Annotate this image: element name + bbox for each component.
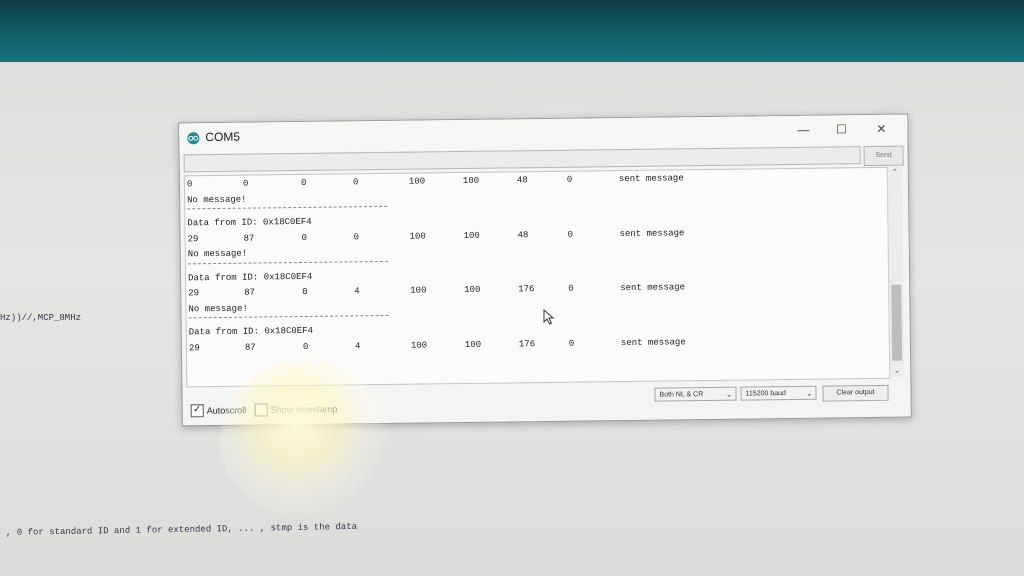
background-code-line: Hz))//,MCP_8MHz (0, 313, 82, 323)
scroll-up-arrow-icon[interactable]: ⌃ (888, 167, 902, 179)
bottom-toolbar: ✓ Autoscroll Show timestamp Both NL & CR … (182, 381, 910, 424)
output-message-cell: sent message (620, 336, 686, 348)
close-button[interactable]: ✕ (869, 119, 893, 139)
output-message-cell: sent message (620, 282, 686, 294)
output-value-cell: 0 (300, 177, 307, 188)
output-value-cell: 0 (566, 174, 573, 185)
output-value-cell: 0 (302, 341, 309, 352)
output-value-cell: 87 (243, 233, 255, 244)
output-separator (187, 260, 388, 264)
send-button[interactable]: Send (863, 145, 904, 167)
output-value-cell: 29 (188, 342, 200, 353)
autoscroll-checkmark-icon[interactable]: ✓ (190, 404, 204, 418)
minimize-button[interactable]: — (791, 120, 815, 140)
output-value-cell: 0 (186, 179, 193, 190)
output-value-cell: 0 (242, 178, 249, 189)
output-value-cell: 100 (462, 175, 480, 186)
chevron-down-icon: ⌄ (725, 389, 733, 399)
output-value-cell: 29 (188, 288, 200, 299)
output-value-cell: 0 (568, 283, 574, 294)
output-value-cell: 0 (353, 231, 360, 242)
output-value-cell: 100 (464, 284, 481, 295)
maximize-button[interactable]: ☐ (829, 119, 853, 139)
output-value-cell: 0 (301, 232, 308, 243)
window-title: COM5 (205, 129, 241, 145)
output-line-text: Data from ID: 0x18C0EF4 (188, 271, 313, 283)
output-separator (188, 314, 389, 319)
output-value-cell: 0 (567, 229, 574, 240)
show-timestamp-checkbox[interactable]: Show timestamp (254, 403, 338, 418)
output-separator (187, 205, 388, 210)
autoscroll-label: Autoscroll (206, 405, 247, 416)
output-line-text: Data from ID: 0x18C0EF4 (188, 325, 314, 338)
output-value-cell: 0 (302, 286, 308, 297)
output-value-cell: 176 (518, 338, 536, 349)
output-value-cell: 29 (187, 233, 199, 244)
output-value-cell: 48 (516, 175, 528, 186)
output-value-cell: 176 (518, 284, 535, 295)
output-line-text: Data from ID: 0x18C0EF4 (187, 216, 312, 229)
output-line-text: No message! (187, 194, 247, 205)
output-value-cell: 0 (568, 338, 575, 349)
output-value-cell: 0 (352, 177, 359, 188)
output-value-cell: 100 (463, 230, 480, 241)
show-timestamp-label: Show timestamp (270, 404, 338, 415)
output-value-cell: 87 (244, 287, 256, 298)
mouse-cursor-icon (543, 309, 555, 325)
output-value-cell: 48 (517, 229, 529, 240)
output-value-cell: 100 (464, 339, 482, 350)
output-message-cell: sent message (619, 227, 685, 239)
background-app-header (0, 0, 1024, 62)
output-value-cell: 100 (409, 230, 426, 242)
line-ending-value: Both NL & CR (659, 391, 704, 399)
output-value-cell: 100 (410, 285, 427, 296)
autoscroll-checkbox[interactable]: ✓ Autoscroll (190, 404, 247, 419)
arduino-icon (187, 132, 200, 145)
scroll-down-arrow-icon[interactable]: ⌄ (890, 365, 904, 377)
baud-rate-select[interactable]: 115200 baud ⌄ (740, 385, 817, 401)
output-value-cell: 100 (408, 176, 426, 187)
clear-output-button[interactable]: Clear output (822, 384, 889, 402)
scroll-thumb[interactable] (891, 284, 903, 361)
timestamp-checkbox-box[interactable] (254, 403, 268, 417)
output-line-text: No message! (187, 248, 248, 260)
line-ending-select[interactable]: Both NL & CR ⌄ (654, 386, 737, 402)
baud-rate-value: 115200 baud (745, 390, 786, 398)
serial-output[interactable]: 0 0 0 0 100 100 48 0 sent message No message! Data… (183, 166, 891, 388)
output-value-cell: 4 (354, 286, 360, 297)
output-value-cell: 87 (244, 342, 256, 353)
output-line-text: No message! (188, 303, 248, 314)
output-value-cell: 4 (354, 340, 361, 351)
output-value-cell: 100 (410, 339, 428, 351)
chevron-down-icon: ⌄ (805, 388, 813, 398)
output-message-cell: sent message (618, 173, 684, 185)
serial-monitor-window: COM5 — ☐ ✕ Send 0 0 0 0 100 100 48 0 sent messag… (178, 113, 912, 427)
output-scrollbar[interactable]: ⌃ ⌄ (886, 166, 905, 377)
